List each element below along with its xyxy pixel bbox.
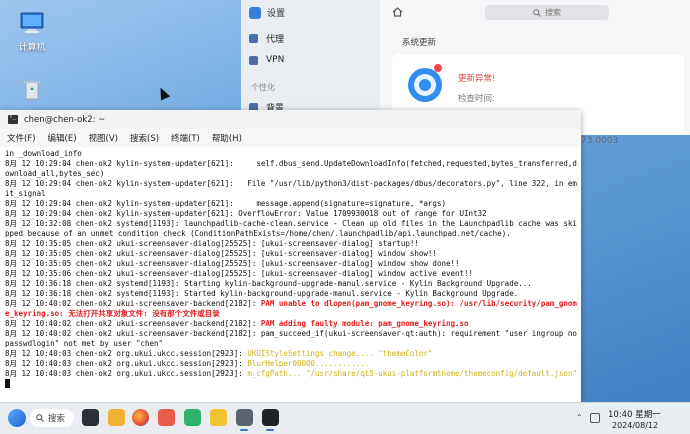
file-manager-icon[interactable] [108,409,125,426]
menu-edit[interactable]: 编辑(E) [48,132,77,144]
taskbar-search-label: 搜索 [48,414,66,424]
menu-view[interactable]: 视图(V) [89,132,118,144]
notes-icon[interactable] [210,409,227,426]
terminal-window: chen@chen-ok2: ~ 文件(F) 编辑(E) 视图(V) 搜索(S)… [0,110,581,402]
network-icon[interactable] [590,413,600,423]
terminal-taskbar-icon[interactable] [262,409,279,426]
clock-time[interactable]: 10:40 星期一 [608,408,661,420]
active-indicator [266,429,274,431]
terminal-error-text: PAM adding faulty module: pam_gnome_keyr… [260,319,469,328]
sidebar-group-personalize: 个性化 [251,83,275,92]
start-menu-button[interactable] [8,409,26,427]
terminal-line-prefix: 8月 12 10:40:03 chen-ok2 org.ukui.ukcc.se… [5,369,248,378]
vpn-icon [249,55,258,65]
terminal-output[interactable]: in _download_info 8月 12 10:29:04 chen-ok2… [0,147,581,402]
sidebar-item-proxy[interactable]: 代理 [249,32,284,45]
terminal-line-prefix: 8月 12 10:40:03 chen-ok2 org.ukui.ukcc.se… [5,349,248,358]
terminal-line-prefix: 8月 12 10:40:02 chen-ok2 ukui-screensaver… [5,299,261,308]
terminal-line: 8月 12 10:29:04 chen-ok2 kylin-system-upd… [5,159,577,178]
computer-icon [20,12,44,33]
taskbar: 搜索 ⌃ 10:40 星期一 2024/08/12 [0,402,690,434]
terminal-line: 8月 12 10:40:03 chen-ok2 org.ukui.ukcc.se… [5,349,577,359]
sidebar-item-label: VPN [266,55,285,65]
check-time-label: 检查时间: [458,94,495,104]
taskbar-search-button[interactable]: 搜索 [30,409,74,427]
terminal-line: 8月 12 10:29:04 chen-ok2 kylin-system-upd… [5,209,487,218]
firefox-icon[interactable] [132,409,149,426]
settings-title-row: 设置 [249,6,285,19]
terminal-line: 8月 12 10:40:02 chen-ok2 ukui-screensaver… [5,299,577,319]
terminal-warning-text: m_cfgPath... "/usr/share/qt5-ukui-platfo… [247,369,577,378]
home-icon[interactable] [392,7,403,17]
clock-date[interactable]: 2024/08/12 [612,421,658,430]
recycle-bin-icon [24,81,40,100]
settings-app-icon [249,6,261,19]
terminal-line: 8月 12 10:40:02 chen-ok2 ukui-screensaver… [5,319,577,329]
terminal-cursor [5,379,10,388]
terminal-menubar: 文件(F) 编辑(E) 视图(V) 搜索(S) 终端(T) 帮助(H) [0,129,581,147]
sidebar-item-vpn[interactable]: VPN [249,55,284,65]
terminal-line: 8月 12 10:35:05 chen-ok2 ukui-screensaver… [5,239,419,248]
terminal-line: 8月 12 10:36:18 chen-ok2 systemd[1193]: S… [5,289,519,298]
terminal-line: 8月 12 10:40:03 chen-ok2 org.ukui.ukcc.se… [5,369,577,379]
terminal-line: 8月 12 10:32:08 chen-ok2 systemd[1193]: l… [5,219,577,238]
terminal-warning-text: BlurHelper00000............ [247,359,370,368]
terminal-titlebar[interactable]: chen@chen-ok2: ~ [0,110,581,129]
calendar-icon[interactable] [184,409,201,426]
multitask-view-icon[interactable] [82,409,99,426]
terminal-line-prefix: 8月 12 10:40:03 chen-ok2 org.ukui.ukcc.se… [5,359,248,368]
terminal-line: 8月 12 10:35:06 chen-ok2 ukui-screensaver… [5,269,474,278]
settings-title: 设置 [267,9,286,19]
search-placeholder: 搜索 [545,8,561,17]
search-icon [533,8,541,17]
search-icon [36,414,44,422]
terminal-line: 8月 12 10:29:04 chen-ok2 kylin-system-upd… [5,179,577,198]
desktop-icon-label: 计算机 [18,43,46,53]
software-store-icon[interactable] [158,409,175,426]
terminal-line: 8月 12 10:40:02 chen-ok2 ukui-screensaver… [5,329,577,348]
sidebar-item-label: 代理 [266,35,285,45]
section-title: 系统更新 [402,38,437,48]
terminal-line: in _download_info [5,149,82,158]
error-badge [434,64,442,72]
terminal-title: chen@chen-ok2: ~ [24,114,106,125]
proxy-icon [249,34,258,43]
terminal-prompt-line [5,379,577,390]
terminal-line: 8月 12 10:29:04 chen-ok2 kylin-system-upd… [5,199,446,208]
terminal-line-prefix: 8月 12 10:40:02 chen-ok2 ukui-screensaver… [5,319,261,328]
menu-file[interactable]: 文件(F) [7,132,36,144]
terminal-line: 8月 12 10:36:18 chen-ok2 systemd[1193]: S… [5,279,532,288]
update-status: 更新异常! [458,74,496,84]
active-indicator [240,429,248,431]
terminal-line: 8月 12 10:40:03 chen-ok2 org.ukui.ukcc.se… [5,359,577,369]
background-window-text: 73.0003 [581,136,619,146]
menu-help[interactable]: 帮助(H) [212,132,242,144]
desktop-icon-recycle-bin[interactable] [0,79,64,107]
menu-search[interactable]: 搜索(S) [130,132,159,144]
terminal-line: 8月 12 10:35:05 chen-ok2 ukui-screensaver… [5,249,437,258]
settings-search-input[interactable]: 搜索 [485,5,609,20]
terminal-line: 8月 12 10:35:05 chen-ok2 ukui-screensaver… [5,259,460,268]
tray-expand-icon[interactable]: ⌃ [576,413,583,422]
settings-icon[interactable] [236,409,253,426]
desktop-icon-computer[interactable]: 计算机 [0,12,64,53]
menu-terminal[interactable]: 终端(T) [171,132,200,144]
terminal-icon [8,113,18,124]
terminal-warning-text: UKUIStyleSettings change.... "themeColor… [247,349,433,358]
